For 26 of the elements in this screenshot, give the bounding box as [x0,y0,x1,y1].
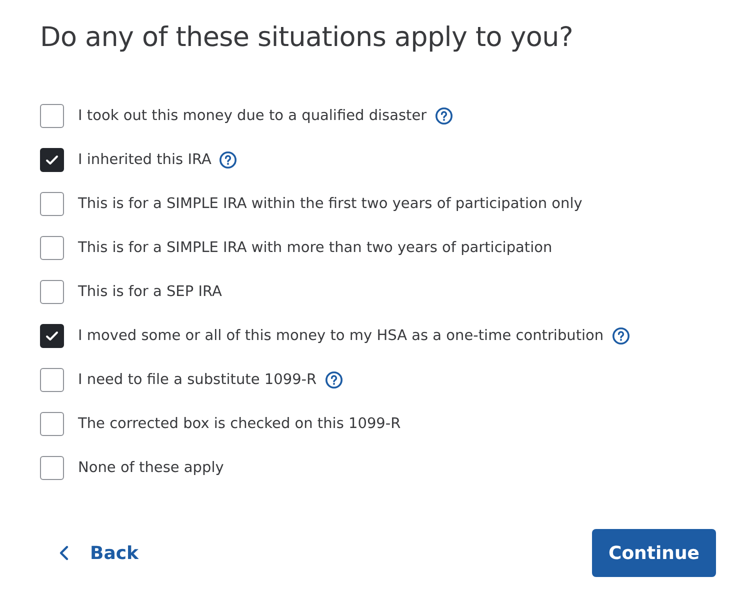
continue-button[interactable]: Continue [592,529,716,577]
checkbox[interactable] [40,236,64,260]
help-icon[interactable] [219,151,238,169]
option-label: None of these apply [78,460,224,476]
option-label: This is for a SIMPLE IRA with more than two years of participation [78,240,552,256]
option-label: I inherited this IRA [78,152,212,168]
checkbox[interactable] [40,324,64,348]
option-label: I moved some or all of this money to my HSA as a one-time contribution [78,328,604,344]
option-label: I took out this money due to a qualified disaster [78,108,427,124]
checkbox[interactable] [40,192,64,216]
page-title: Do any of these situations apply to you? [40,22,574,53]
option-label: I need to file a substitute 1099-R [78,372,317,388]
checkbox[interactable] [40,456,64,480]
option-label: This is for a SEP IRA [78,284,222,300]
checkbox[interactable] [40,280,64,304]
checkbox[interactable] [40,368,64,392]
option-label: This is for a SIMPLE IRA within the first two years of participation only [78,196,582,212]
option-label: The corrected box is checked on this 1099-R [78,416,401,432]
help-icon[interactable] [434,107,453,125]
checkbox[interactable] [40,148,64,172]
help-icon[interactable] [612,327,630,345]
checkbox[interactable] [40,104,64,128]
help-icon[interactable] [324,371,343,389]
checkbox[interactable] [40,412,64,436]
back-button[interactable]: Back [36,534,149,572]
chevron-left-icon [58,544,70,562]
